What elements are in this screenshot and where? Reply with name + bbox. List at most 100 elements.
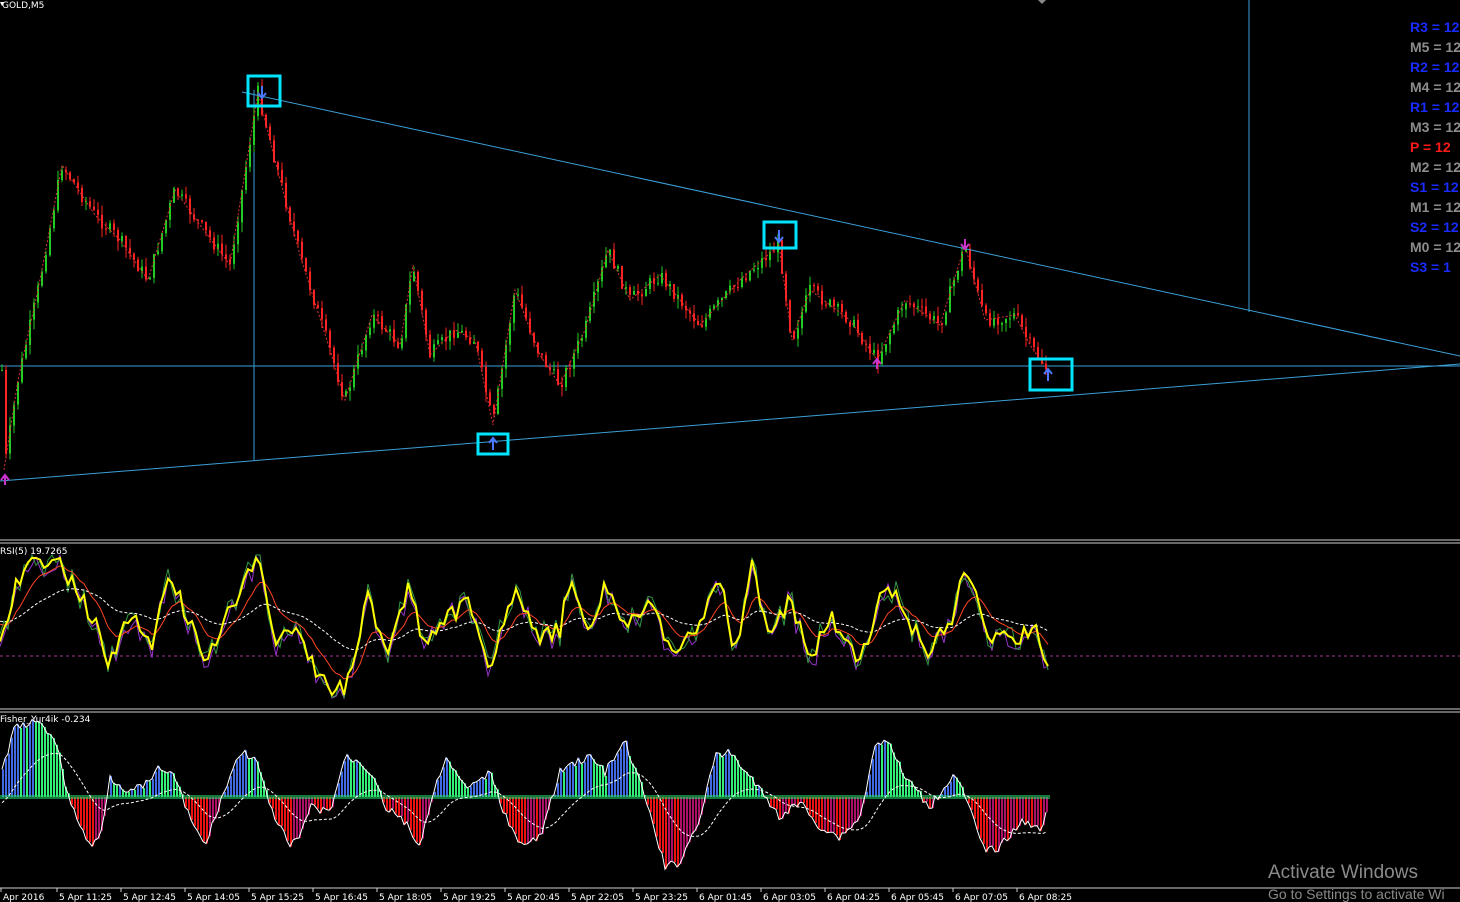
time-tick-label: 5 Apr 18:05 xyxy=(379,893,432,902)
candle-body xyxy=(701,325,703,327)
fisher-bar xyxy=(29,724,31,797)
fisher-bar xyxy=(8,753,10,797)
candle-body xyxy=(849,322,851,327)
fisher-bar xyxy=(413,797,415,838)
candle-body xyxy=(929,313,931,320)
candle-body xyxy=(561,384,563,388)
candle-body xyxy=(197,219,199,221)
candle-body xyxy=(417,271,419,291)
candle-body xyxy=(813,284,815,287)
candle-body xyxy=(617,266,619,269)
fisher-bar xyxy=(716,752,718,797)
fisher-bar xyxy=(98,797,100,839)
candle-body xyxy=(641,294,643,297)
fisher-bar xyxy=(512,797,514,828)
fisher-bar xyxy=(1028,797,1030,822)
candle-body xyxy=(293,221,295,231)
candle-body xyxy=(553,369,555,371)
candle-body xyxy=(89,201,91,207)
fisher-bar xyxy=(149,781,151,797)
fisher-bar xyxy=(560,768,562,797)
time-tick-label: 6 Apr 01:45 xyxy=(699,893,752,902)
trading-chart[interactable]: GOLD,M5 R3 = 12M5 = 12R2 = 12M4 = 12R1 =… xyxy=(0,0,1460,902)
fisher-bar xyxy=(248,758,250,797)
candle-body xyxy=(845,312,847,323)
fisher-bar xyxy=(530,797,532,842)
fisher-bar xyxy=(365,769,367,797)
candle-body xyxy=(69,172,71,180)
candle-body xyxy=(257,85,259,116)
fisher-bar xyxy=(479,780,481,797)
pivot-label: R2 = 12 xyxy=(1410,59,1460,75)
candle-body xyxy=(541,353,543,355)
time-tick-label: 5 Apr 15:25 xyxy=(251,893,304,902)
fisher-bar xyxy=(833,797,835,833)
fisher-bar xyxy=(632,763,634,797)
fisher-bar xyxy=(1040,797,1042,831)
fisher-bar xyxy=(5,758,7,797)
candle-body xyxy=(477,342,479,351)
candle-body xyxy=(893,324,895,334)
fisher-bar xyxy=(200,797,202,836)
candle-body xyxy=(321,308,323,320)
fisher-bar xyxy=(566,767,568,797)
fisher-bar xyxy=(395,797,397,814)
fisher-bar xyxy=(275,797,277,820)
candle-body xyxy=(325,319,327,331)
fisher-bar xyxy=(47,733,49,797)
fisher-bar xyxy=(905,778,907,797)
fisher-bar xyxy=(458,776,460,797)
fisher-bar xyxy=(344,760,346,797)
candle-body xyxy=(121,236,123,242)
candle-body xyxy=(573,353,575,369)
fisher-bar xyxy=(152,778,154,797)
candle-body xyxy=(941,323,943,325)
candle-body xyxy=(933,316,935,320)
fisher-bar xyxy=(557,783,559,797)
candle-body xyxy=(5,369,7,454)
fisher-bar xyxy=(725,754,727,797)
fisher-bar xyxy=(695,797,697,831)
fisher-bar xyxy=(809,797,811,815)
candle-body xyxy=(897,310,899,325)
chart-symbol-label: GOLD,M5 xyxy=(2,1,44,11)
fisher-bar xyxy=(359,762,361,797)
candle-body xyxy=(741,278,743,287)
fisher-bar xyxy=(533,797,535,838)
time-tick-label: 5 Apr 22:05 xyxy=(571,893,624,902)
fisher-bar xyxy=(617,753,619,797)
candle-body xyxy=(437,340,439,345)
candle-body xyxy=(141,266,143,272)
candle-body xyxy=(977,279,979,291)
time-tick-label: Apr 2016 xyxy=(3,893,45,902)
fisher-bar xyxy=(290,797,292,847)
fisher-bar xyxy=(686,797,688,848)
fisher-bar xyxy=(977,797,979,830)
fisher-bar xyxy=(368,772,370,797)
fisher-bar xyxy=(83,797,85,831)
candle-body xyxy=(41,271,43,286)
candle-body xyxy=(525,307,527,319)
fisher-bar xyxy=(356,759,358,797)
pivot-label: M1 = 12 xyxy=(1410,199,1460,215)
fisher-bar xyxy=(737,760,739,797)
candle-body xyxy=(73,179,75,183)
fisher-bar xyxy=(896,759,898,797)
candle-body xyxy=(145,266,147,280)
fisher-bar xyxy=(2,769,4,797)
fisher-bar xyxy=(722,757,724,797)
fisher-bar xyxy=(683,797,685,857)
candle-body xyxy=(605,255,607,268)
fisher-bar xyxy=(890,743,892,797)
candle-body xyxy=(537,342,539,354)
candle-body xyxy=(621,266,623,289)
fisher-bar xyxy=(593,759,595,797)
candle-body xyxy=(693,313,695,321)
candle-body xyxy=(461,330,463,333)
pivot-label: S3 = 1 xyxy=(1410,259,1451,275)
fisher-bar xyxy=(584,761,586,797)
candle-body xyxy=(1017,313,1019,316)
fisher-bar xyxy=(908,779,910,797)
candle-body xyxy=(93,206,95,210)
candle-body xyxy=(281,169,283,183)
